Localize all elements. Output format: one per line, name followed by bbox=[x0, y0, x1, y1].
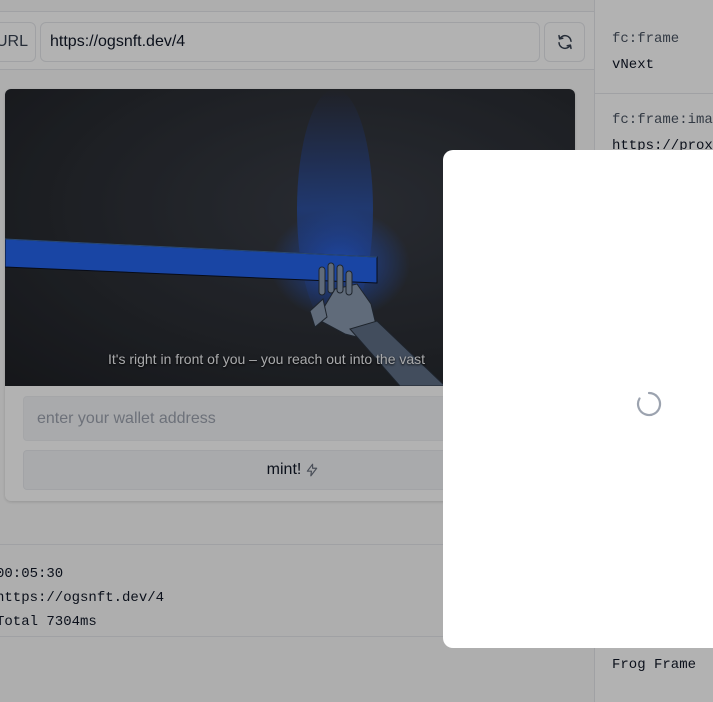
loading-spinner-icon bbox=[636, 391, 662, 417]
loading-modal bbox=[443, 150, 713, 648]
